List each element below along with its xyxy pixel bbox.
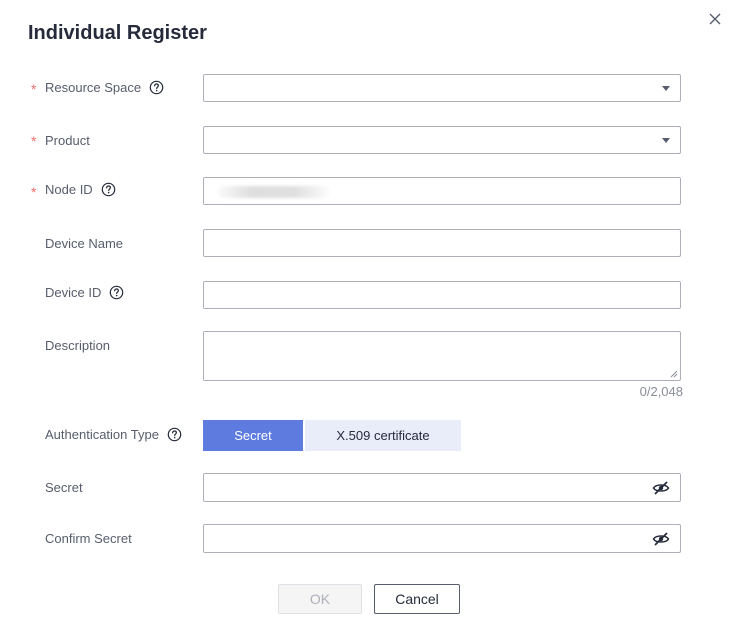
description-label-text: Description: [45, 338, 111, 353]
help-icon[interactable]: [149, 80, 164, 95]
secret-label-text: Secret: [45, 480, 83, 495]
resource-space-label-text: Resource Space: [45, 80, 142, 95]
product-label-text: Product: [45, 133, 90, 148]
confirm-secret-label: Confirm Secret: [45, 531, 132, 546]
product-label: Product: [45, 133, 90, 148]
chevron-down-icon: [662, 138, 670, 143]
device-id-input[interactable]: [203, 281, 681, 309]
help-icon[interactable]: [101, 182, 116, 197]
authentication-type-label-text: Authentication Type: [45, 427, 159, 442]
eye-off-icon[interactable]: [652, 480, 670, 496]
confirm-secret-input[interactable]: [203, 524, 681, 553]
required-mark: *: [31, 81, 37, 97]
confirm-secret-label-text: Confirm Secret: [45, 531, 132, 546]
cancel-button[interactable]: Cancel: [374, 584, 460, 614]
resize-handle-icon[interactable]: [670, 370, 678, 378]
node-id-input[interactable]: [203, 177, 681, 205]
required-mark: *: [31, 133, 37, 149]
character-counter: 0/2,048: [639, 384, 683, 399]
eye-off-icon[interactable]: [652, 531, 670, 547]
secret-input[interactable]: [203, 473, 681, 502]
node-id-label-text: Node ID: [45, 182, 93, 197]
secret-label: Secret: [45, 480, 83, 495]
node-id-label: Node ID: [45, 182, 116, 197]
auth-option-secret[interactable]: Secret: [203, 420, 303, 451]
help-icon[interactable]: [109, 285, 124, 300]
individual-register-dialog: Individual Register * Resource Space * P…: [0, 0, 734, 636]
device-id-label-text: Device ID: [45, 285, 102, 300]
product-select[interactable]: [203, 126, 681, 154]
dialog-title: Individual Register: [28, 22, 207, 44]
auth-option-x509-certificate[interactable]: X.509 certificate: [305, 420, 461, 451]
resource-space-label: Resource Space: [45, 80, 164, 95]
resource-space-select[interactable]: [203, 74, 681, 102]
close-icon[interactable]: [704, 8, 726, 30]
device-name-label: Device Name: [45, 236, 123, 251]
chevron-down-icon: [662, 86, 670, 91]
required-mark: *: [31, 184, 37, 200]
device-id-text-input[interactable]: [204, 282, 680, 308]
help-icon[interactable]: [167, 427, 182, 442]
ok-button[interactable]: OK: [278, 584, 362, 614]
redacted-value: [218, 186, 330, 198]
description-label: Description: [45, 338, 110, 353]
device-id-label: Device ID: [45, 285, 124, 300]
device-name-text-input[interactable]: [204, 230, 680, 256]
device-name-label-text: Device Name: [45, 236, 124, 251]
authentication-type-label: Authentication Type: [45, 427, 182, 442]
description-textarea[interactable]: [203, 331, 681, 381]
device-name-input[interactable]: [203, 229, 681, 257]
